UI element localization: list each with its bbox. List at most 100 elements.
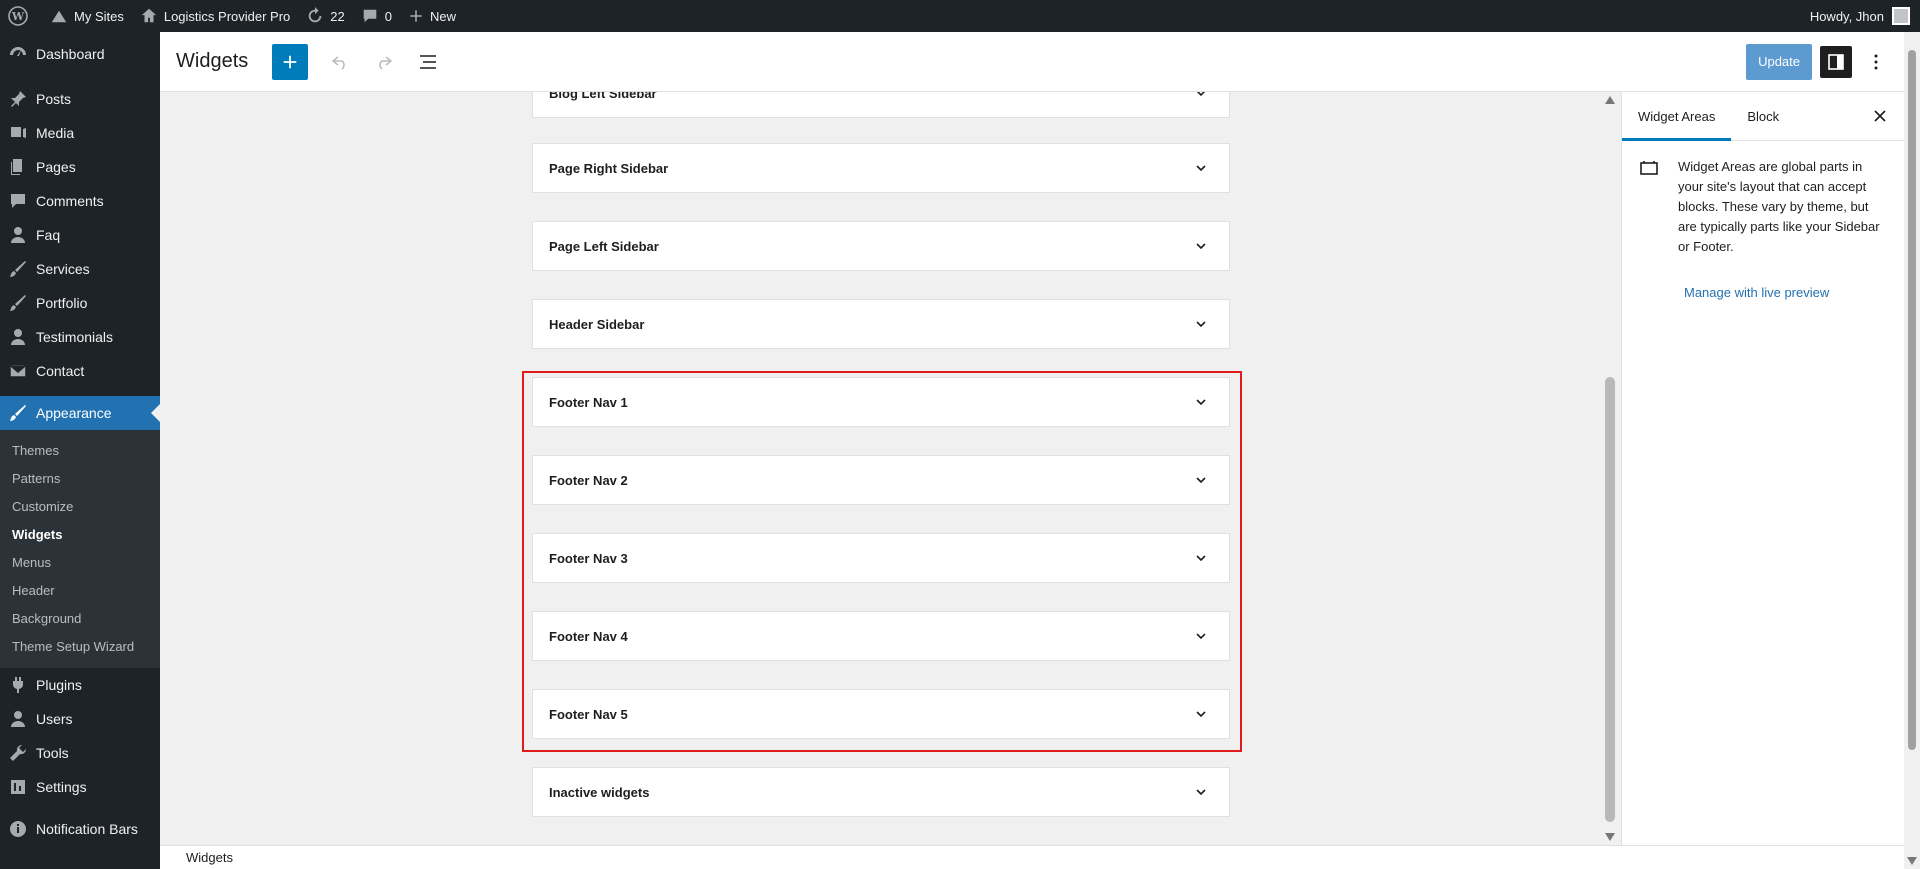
submenu-theme-setup-wizard[interactable]: Theme Setup Wizard (0, 633, 160, 661)
menu-plugins[interactable]: Plugins (0, 668, 160, 702)
plugin-icon (13, 677, 23, 693)
submenu-customize[interactable]: Customize (0, 493, 160, 521)
widget-area-footer-nav-4[interactable]: Footer Nav 4 (532, 611, 1230, 661)
submenu-widgets[interactable]: Widgets (0, 521, 160, 549)
close-icon (1874, 110, 1886, 122)
sidebar-toggle-icon (1828, 53, 1844, 70)
menu-dashboard[interactable]: Dashboard (0, 34, 160, 74)
new-content-link[interactable]: New (400, 0, 464, 32)
widget-area-footer-nav-2[interactable]: Footer Nav 2 (532, 455, 1230, 505)
menu-testimonials[interactable]: Testimonials (0, 320, 160, 354)
scroll-down-arrow[interactable] (1605, 833, 1615, 841)
close-sidebar-button[interactable] (1862, 98, 1898, 134)
comments-count: 0 (384, 8, 392, 24)
tab-block[interactable]: Block (1731, 92, 1795, 141)
widget-area-page-right-sidebar[interactable]: Page Right Sidebar (532, 143, 1230, 193)
appearance-submenu: Themes Patterns Customize Widgets Menus … (0, 430, 160, 668)
howdy-user[interactable]: Howdy, Jhon (1810, 9, 1884, 24)
comments-icon (11, 194, 25, 208)
chevron-down-icon[interactable] (1189, 234, 1213, 258)
widget-area-blog-left-sidebar[interactable]: Blog Left Sidebar (532, 92, 1230, 118)
widget-area-inactive-widgets[interactable]: Inactive widgets (532, 767, 1230, 817)
widget-area-label: Page Right Sidebar (549, 160, 669, 176)
options-menu-button[interactable] (1860, 46, 1892, 78)
chevron-down-icon[interactable] (1189, 312, 1213, 336)
settings-icon (11, 780, 25, 794)
chevron-down-icon[interactable] (1189, 390, 1213, 414)
person-icon (11, 227, 25, 243)
admin-bar: W My Sites Logistics Provider Pro 22 0 N… (0, 0, 1920, 32)
update-button[interactable]: Update (1746, 43, 1812, 80)
menu-settings[interactable]: Settings (0, 770, 160, 804)
manage-live-preview-link[interactable]: Manage with live preview (1622, 285, 1904, 300)
redo-button[interactable] (366, 44, 402, 80)
menu-faq-label: Faq (36, 227, 61, 243)
add-block-button[interactable] (272, 43, 309, 80)
editor-header: Widgets Update (160, 32, 1904, 92)
chevron-down-icon[interactable] (1189, 702, 1213, 726)
list-view-button[interactable] (410, 44, 446, 80)
chevron-down-icon[interactable] (1189, 546, 1213, 570)
chevron-down-icon[interactable] (1189, 468, 1213, 492)
menu-contact[interactable]: Contact (0, 354, 160, 388)
updates-link[interactable]: 22 (298, 0, 352, 32)
brush-icon (10, 295, 26, 311)
my-sites-link[interactable]: My Sites (42, 0, 132, 32)
menu-plugins-label: Plugins (36, 677, 82, 693)
menu-tools[interactable]: Tools (0, 736, 160, 770)
submenu-themes[interactable]: Themes (0, 437, 160, 465)
menu-appearance-label: Appearance (36, 405, 112, 421)
page-scroll-thumb[interactable] (1908, 50, 1916, 750)
widget-area-header-sidebar[interactable]: Header Sidebar (532, 299, 1230, 349)
menu-pages[interactable]: Pages (0, 150, 160, 184)
appearance-icon (10, 405, 26, 421)
comments-link[interactable]: 0 (353, 0, 400, 32)
page-scroll-down-arrow[interactable] (1907, 857, 1917, 865)
menu-users[interactable]: Users (0, 702, 160, 736)
menu-testimonials-label: Testimonials (36, 329, 114, 345)
brush-icon (10, 261, 26, 277)
scroll-thumb[interactable] (1605, 377, 1615, 822)
chevron-down-icon[interactable] (1189, 156, 1213, 180)
avatar[interactable] (1892, 7, 1910, 25)
undo-button[interactable] (322, 44, 358, 80)
site-name-label: Logistics Provider Pro (163, 8, 291, 24)
widget-area-footer-nav-1[interactable]: Footer Nav 1 (532, 377, 1230, 427)
person-icon (11, 329, 25, 345)
menu-media-label: Media (36, 125, 75, 141)
submenu-background[interactable]: Background (0, 605, 160, 633)
menu-comments[interactable]: Comments (0, 184, 160, 218)
widgets-canvas: Blog Left Sidebar Page Right Sidebar Pag… (160, 92, 1601, 845)
info-icon (10, 821, 26, 837)
breadcrumb[interactable]: Widgets (186, 850, 233, 865)
canvas-scrollbar[interactable] (1601, 92, 1619, 845)
new-label: New (430, 8, 457, 24)
site-name-link[interactable]: Logistics Provider Pro (132, 0, 298, 32)
page-scrollbar[interactable] (1904, 32, 1920, 869)
settings-toggle-button[interactable] (1820, 45, 1852, 78)
menu-services[interactable]: Services (0, 252, 160, 286)
widget-area-footer-nav-3[interactable]: Footer Nav 3 (532, 533, 1230, 583)
submenu-header[interactable]: Header (0, 577, 160, 605)
media-icon (11, 127, 26, 138)
page-title: Widgets (176, 50, 249, 72)
chevron-down-icon[interactable] (1189, 92, 1213, 105)
submenu-menus[interactable]: Menus (0, 549, 160, 577)
menu-faq[interactable]: Faq (0, 218, 160, 252)
menu-posts-label: Posts (36, 91, 72, 107)
menu-appearance[interactable]: Appearance (0, 396, 160, 430)
chevron-down-icon[interactable] (1189, 780, 1213, 804)
tab-widget-areas[interactable]: Widget Areas (1622, 92, 1731, 141)
menu-media[interactable]: Media (0, 116, 160, 150)
widget-area-footer-nav-5[interactable]: Footer Nav 5 (532, 689, 1230, 739)
wordpress-logo-icon[interactable]: W (0, 0, 42, 32)
menu-posts[interactable]: Posts (0, 82, 160, 116)
menu-portfolio[interactable]: Portfolio (0, 286, 160, 320)
chevron-down-icon[interactable] (1189, 624, 1213, 648)
menu-notification-bars[interactable]: Notification Bars (0, 812, 160, 846)
scroll-up-arrow[interactable] (1605, 96, 1615, 104)
widget-area-page-left-sidebar[interactable]: Page Left Sidebar (532, 221, 1230, 271)
undo-icon (332, 55, 345, 70)
submenu-patterns[interactable]: Patterns (0, 465, 160, 493)
menu-pages-label: Pages (36, 159, 76, 175)
